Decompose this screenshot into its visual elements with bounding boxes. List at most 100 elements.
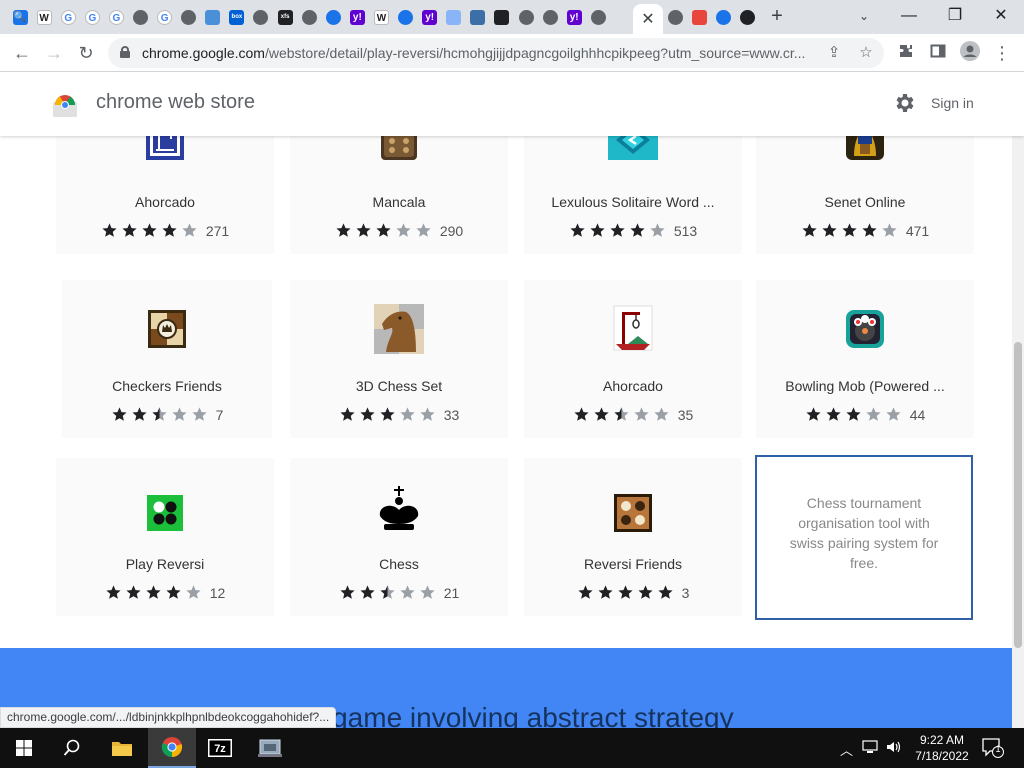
extension-card[interactable]: Mancala 290	[290, 136, 508, 254]
favicon-tab[interactable]: W	[369, 7, 393, 27]
taskbar-search-button[interactable]	[48, 728, 96, 768]
card-name[interactable]: Reversi Friends	[524, 556, 742, 572]
star-half-icon	[152, 407, 167, 421]
star-filled-icon	[598, 585, 613, 599]
globe-icon	[301, 9, 317, 25]
favicon-tab[interactable]	[490, 7, 514, 27]
profile-avatar-icon[interactable]	[958, 41, 982, 65]
favicon-tab[interactable]: y!	[562, 7, 586, 27]
tab-search-chevron-icon[interactable]: ⌄	[854, 6, 874, 26]
side-panel-icon[interactable]	[926, 41, 950, 65]
rating-count: 12	[209, 584, 226, 601]
extension-card[interactable]: Play Reversi 12	[56, 458, 274, 616]
7zip-taskbar-button[interactable]: 7z	[196, 728, 244, 768]
favicon-tab[interactable]	[177, 7, 201, 27]
checkers-friends-icon	[148, 310, 186, 348]
favicon-tab[interactable]: W	[32, 7, 56, 27]
chrome-taskbar-button[interactable]	[148, 728, 196, 768]
favicon-tab[interactable]: y!	[418, 7, 442, 27]
favicon-tab[interactable]	[663, 7, 687, 27]
search-icon: 🔍	[12, 9, 28, 25]
favicon-tab[interactable]	[586, 7, 610, 27]
close-window-button[interactable]: ✕	[978, 4, 1024, 28]
favicon-tab[interactable]	[735, 7, 759, 27]
minimize-button[interactable]: —	[886, 4, 932, 28]
app-taskbar-button[interactable]	[246, 728, 294, 768]
card-name[interactable]: Bowling Mob (Powered ...	[756, 378, 974, 394]
extension-card[interactable]: Senet Online 471	[756, 136, 974, 254]
url-text[interactable]: chrome.google.com/webstore/detail/play-r…	[142, 45, 805, 61]
favicon-tab[interactable]	[514, 7, 538, 27]
favicon-tab[interactable]: xfs	[273, 7, 297, 27]
extension-card[interactable]: 3D Chess Set 33	[290, 280, 508, 438]
star-filled-icon	[638, 585, 653, 599]
extension-card[interactable]: Ahorcado 271	[56, 136, 274, 254]
card-name[interactable]: Mancala	[290, 194, 508, 210]
favicon-tab[interactable]: 🔍	[8, 7, 32, 27]
extensions-puzzle-icon[interactable]	[894, 41, 918, 65]
extension-card[interactable]: Checkers Friends 7	[62, 280, 272, 438]
favicon-tab[interactable]	[711, 7, 735, 27]
extension-card[interactable]: Chess 21	[290, 458, 508, 616]
star-rating: 12	[56, 584, 274, 601]
address-bar[interactable]: chrome.google.com/webstore/detail/play-r…	[108, 38, 884, 68]
new-tab-button[interactable]: +	[766, 5, 788, 27]
settings-gear-icon[interactable]	[892, 91, 916, 115]
extension-card[interactable]: Reversi Friends 3	[524, 458, 742, 616]
more-menu-icon[interactable]: ⋮	[990, 41, 1014, 65]
google-icon: G	[157, 9, 173, 25]
bookmark-star-icon[interactable]: ☆	[856, 43, 876, 63]
favicon-tab[interactable]	[466, 7, 490, 27]
favicon-tab[interactable]	[321, 7, 345, 27]
favicon-tab[interactable]	[442, 7, 466, 27]
card-name[interactable]: Chess	[290, 556, 508, 572]
share-icon[interactable]: ⇪	[824, 43, 844, 63]
star-rating: 513	[524, 222, 742, 239]
favicon-tab[interactable]	[249, 7, 273, 27]
favicon-tab[interactable]: y!	[345, 7, 369, 27]
favicon-tab[interactable]: G	[153, 7, 177, 27]
extension-card[interactable]: Bowling Mob (Powered ... 44	[756, 280, 974, 438]
star-filled-icon	[802, 223, 817, 237]
forward-arrow-icon[interactable]: →	[42, 41, 66, 65]
favicon-tab[interactable]	[538, 7, 562, 27]
favicon-tab[interactable]	[394, 7, 418, 27]
favicon-tab[interactable]	[128, 7, 152, 27]
extension-card-hover[interactable]: Chess tournament organisation tool with …	[755, 455, 973, 620]
card-name[interactable]: Checkers Friends	[62, 378, 272, 394]
notification-center-button[interactable]: 1	[982, 738, 1004, 758]
star-filled-icon	[166, 585, 181, 599]
page-scrollbar[interactable]	[1012, 136, 1024, 728]
maximize-button[interactable]: ❐	[932, 4, 978, 28]
card-name[interactable]: Play Reversi	[56, 556, 274, 572]
file-explorer-button[interactable]	[98, 728, 146, 768]
chrome-web-store-logo[interactable]	[52, 92, 78, 118]
back-arrow-icon[interactable]: ←	[10, 41, 34, 65]
favicon-tab[interactable]: G	[104, 7, 128, 27]
network-icon[interactable]	[862, 740, 878, 757]
extension-card[interactable]: Ahorcado 35	[524, 280, 742, 438]
volume-icon[interactable]	[886, 740, 902, 757]
favicon-tab[interactable]	[201, 7, 225, 27]
extension-card[interactable]: Lexulous Solitaire Word ... 513	[524, 136, 742, 254]
store-title[interactable]: chrome web store	[96, 91, 255, 114]
show-hidden-icons-chevron-icon[interactable]: ︿	[840, 740, 853, 759]
right-favicon-tabs	[663, 7, 759, 27]
favicon-tab[interactable]	[687, 7, 711, 27]
lock-icon[interactable]	[120, 46, 130, 58]
card-name[interactable]: 3D Chess Set	[290, 378, 508, 394]
card-name[interactable]: Ahorcado	[56, 194, 274, 210]
card-name[interactable]: Senet Online	[756, 194, 974, 210]
scrollbar-thumb[interactable]	[1014, 342, 1022, 648]
system-clock[interactable]: 9:22 AM 7/18/2022	[912, 732, 972, 764]
favicon-tab[interactable]	[297, 7, 321, 27]
start-button[interactable]	[0, 728, 48, 768]
card-name[interactable]: Ahorcado	[524, 378, 742, 394]
sign-in-link[interactable]: Sign in	[931, 95, 974, 111]
favicon-tab[interactable]: G	[56, 7, 80, 27]
card-name[interactable]: Lexulous Solitaire Word ...	[524, 194, 742, 210]
favicon-tab[interactable]: box	[225, 7, 249, 27]
favicon-tab[interactable]: G	[80, 7, 104, 27]
tab-close-button[interactable]: ✕	[633, 4, 663, 34]
reload-icon[interactable]: ↻	[74, 41, 98, 65]
